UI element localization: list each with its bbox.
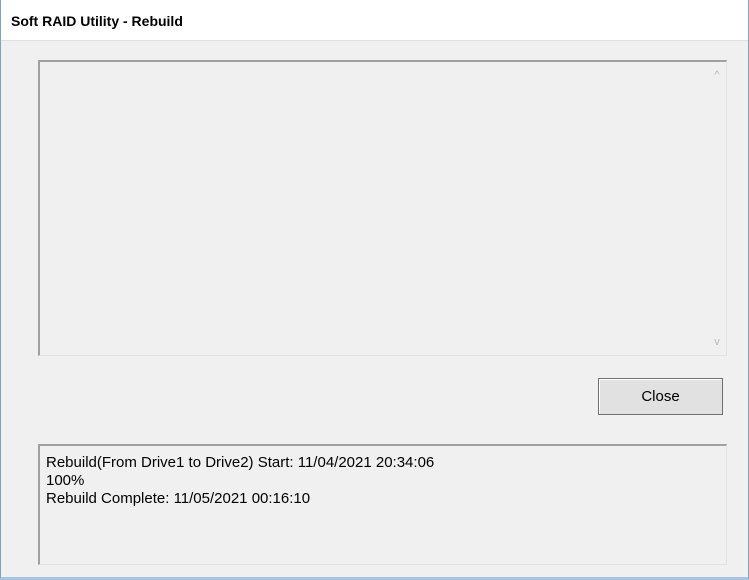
- rebuild-dialog: Soft RAID Utility - Rebuild ^ v Close Re…: [0, 0, 749, 580]
- close-button[interactable]: Close: [598, 378, 723, 415]
- status-textbox[interactable]: Rebuild(From Drive1 to Drive2) Start: 11…: [38, 444, 727, 565]
- status-line-start: Rebuild(From Drive1 to Drive2) Start: 11…: [46, 454, 435, 471]
- window-title: Soft RAID Utility - Rebuild: [11, 13, 183, 29]
- vertical-scrollbar[interactable]: ^ v: [708, 62, 726, 355]
- scroll-down-icon[interactable]: v: [708, 333, 726, 351]
- status-line-complete: Rebuild Complete: 11/05/2021 00:16:10: [46, 490, 311, 507]
- title-bar[interactable]: Soft RAID Utility - Rebuild: [1, 0, 748, 41]
- scroll-up-icon[interactable]: ^: [708, 66, 726, 84]
- status-line-progress: 100%: [46, 472, 85, 489]
- log-textbox[interactable]: ^ v: [38, 60, 727, 356]
